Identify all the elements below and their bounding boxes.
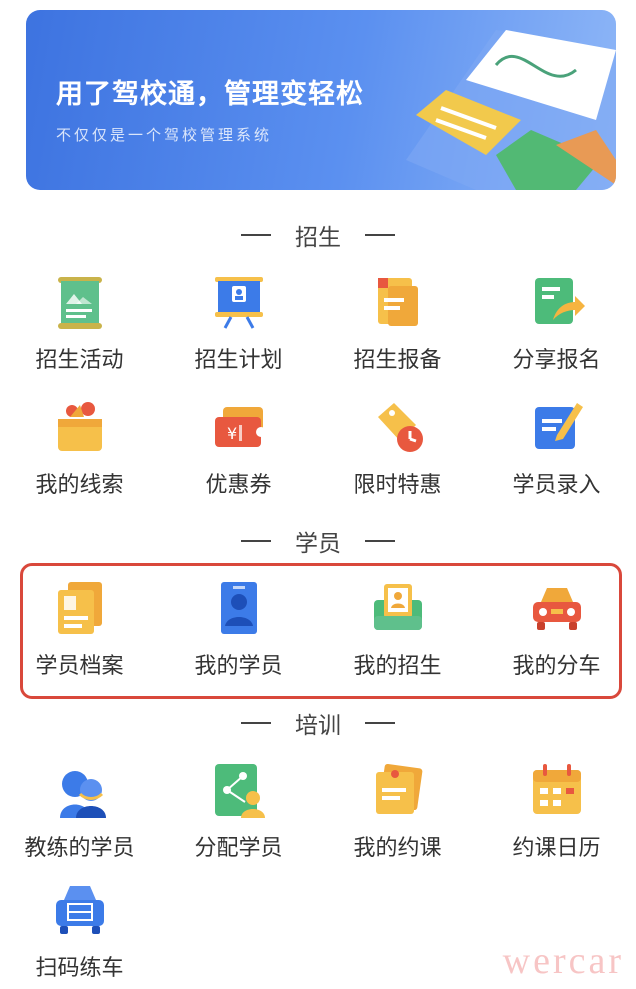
menu-item-flash-deals[interactable]: 限时特惠 — [318, 397, 477, 507]
scan-car-icon — [55, 886, 104, 934]
divider-left — [241, 540, 271, 542]
coach-avatar-icon — [59, 771, 106, 818]
assign-network-icon — [214, 764, 265, 818]
menu-label: 教练的学员 — [24, 836, 135, 861]
calendar-icon — [532, 764, 581, 814]
menu-item-coach-students[interactable]: 教练的学员 — [0, 760, 159, 870]
divider-right — [365, 540, 395, 542]
share-document-icon — [534, 278, 585, 324]
menu-item-scan-practice[interactable]: 扫码练车 — [0, 880, 159, 989]
menu-item-booking-calendar[interactable]: 约课日历 — [477, 760, 636, 870]
menu-label: 学员档案 — [35, 654, 124, 679]
promo-banner[interactable]: 用了驾校通，管理变轻松 不仅仅是一个驾校管理系统 — [26, 10, 616, 190]
menu-label: 限时特惠 — [353, 473, 442, 498]
app-page: 用了驾校通，管理变轻松 不仅仅是一个驾校管理系统 招生 招生活动 招生计划 招生… — [0, 0, 636, 989]
menu-label: 约课日历 — [512, 836, 601, 861]
menu-item-assign-students[interactable]: 分配学员 — [159, 760, 318, 870]
pencil-card-icon — [534, 403, 583, 449]
menu-item-enrollment-activity[interactable]: 招生活动 — [0, 272, 159, 382]
menu-label: 招生报备 — [353, 348, 442, 373]
section-header-students: 学员 — [0, 524, 636, 558]
menu-label: 我的线索 — [35, 473, 124, 498]
document-folder-icon — [377, 278, 418, 326]
menu-item-student-files[interactable]: 学员档案 — [0, 578, 159, 688]
menu-item-my-students[interactable]: 我的学员 — [159, 578, 318, 688]
car-icon — [532, 588, 581, 630]
menu-label: 优惠券 — [205, 473, 272, 498]
divider-right — [365, 234, 395, 236]
svg-text:¥: ¥ — [227, 424, 237, 443]
menu-item-my-enrollment[interactable]: 我的招生 — [318, 578, 477, 688]
enrollment-row-2: 我的线索 ¥ 优惠券 限时特惠 学员录入 — [0, 397, 636, 507]
dashboard-illustration-icon — [406, 30, 616, 190]
sticky-note-icon — [375, 763, 422, 814]
menu-item-student-entry[interactable]: 学员录入 — [477, 397, 636, 507]
section-title-enrollment: 招生 — [295, 225, 341, 251]
menu-label: 招生活动 — [35, 348, 124, 373]
menu-label: 扫码练车 — [35, 956, 124, 981]
menu-label: 分享报名 — [512, 348, 601, 373]
section-header-training: 培训 — [0, 706, 636, 740]
coupon-icon: ¥ — [214, 407, 266, 447]
banner-title: 用了驾校通，管理变轻松 — [56, 79, 364, 110]
training-row-1: 教练的学员 分配学员 我的约课 约课日历 — [0, 760, 636, 870]
menu-label: 我的学员 — [194, 654, 283, 679]
id-badge-icon — [220, 582, 257, 634]
student-file-icon — [57, 582, 102, 634]
menu-item-enrollment-plan[interactable]: 招生计划 — [159, 272, 318, 382]
divider-left — [241, 722, 271, 724]
menu-item-my-car-assignment[interactable]: 我的分车 — [477, 578, 636, 688]
banner-subtitle: 不仅仅是一个驾校管理系统 — [56, 126, 273, 144]
menu-item-share-signup[interactable]: 分享报名 — [477, 272, 636, 382]
section-header-enrollment: 招生 — [0, 218, 636, 252]
menu-item-my-bookings[interactable]: 我的约课 — [318, 760, 477, 870]
menu-label: 学员录入 — [512, 473, 601, 498]
presentation-board-icon — [214, 277, 263, 329]
menu-label: 招生计划 — [194, 348, 283, 373]
menu-label: 分配学员 — [194, 836, 283, 861]
students-row: 学员档案 我的学员 我的招生 我的分车 — [0, 578, 636, 688]
menu-label: 我的约课 — [353, 836, 442, 861]
menu-item-my-leads[interactable]: 我的线索 — [0, 397, 159, 507]
section-title-training: 培训 — [295, 713, 341, 739]
menu-item-enrollment-report[interactable]: 招生报备 — [318, 272, 477, 382]
divider-right — [365, 722, 395, 724]
enrollment-profile-icon — [373, 584, 422, 630]
price-tag-clock-icon — [377, 403, 423, 452]
menu-item-coupons[interactable]: ¥ 优惠券 — [159, 397, 318, 507]
scroll-poster-icon — [57, 277, 102, 329]
section-title-students: 学员 — [295, 531, 341, 557]
watermark: wercar — [502, 940, 624, 982]
divider-left — [241, 234, 271, 236]
enrollment-row-1: 招生活动 招生计划 招生报备 分享报名 — [0, 272, 636, 382]
menu-label: 我的分车 — [512, 654, 601, 679]
menu-label: 我的招生 — [353, 654, 442, 679]
gift-basket-icon — [57, 402, 102, 451]
